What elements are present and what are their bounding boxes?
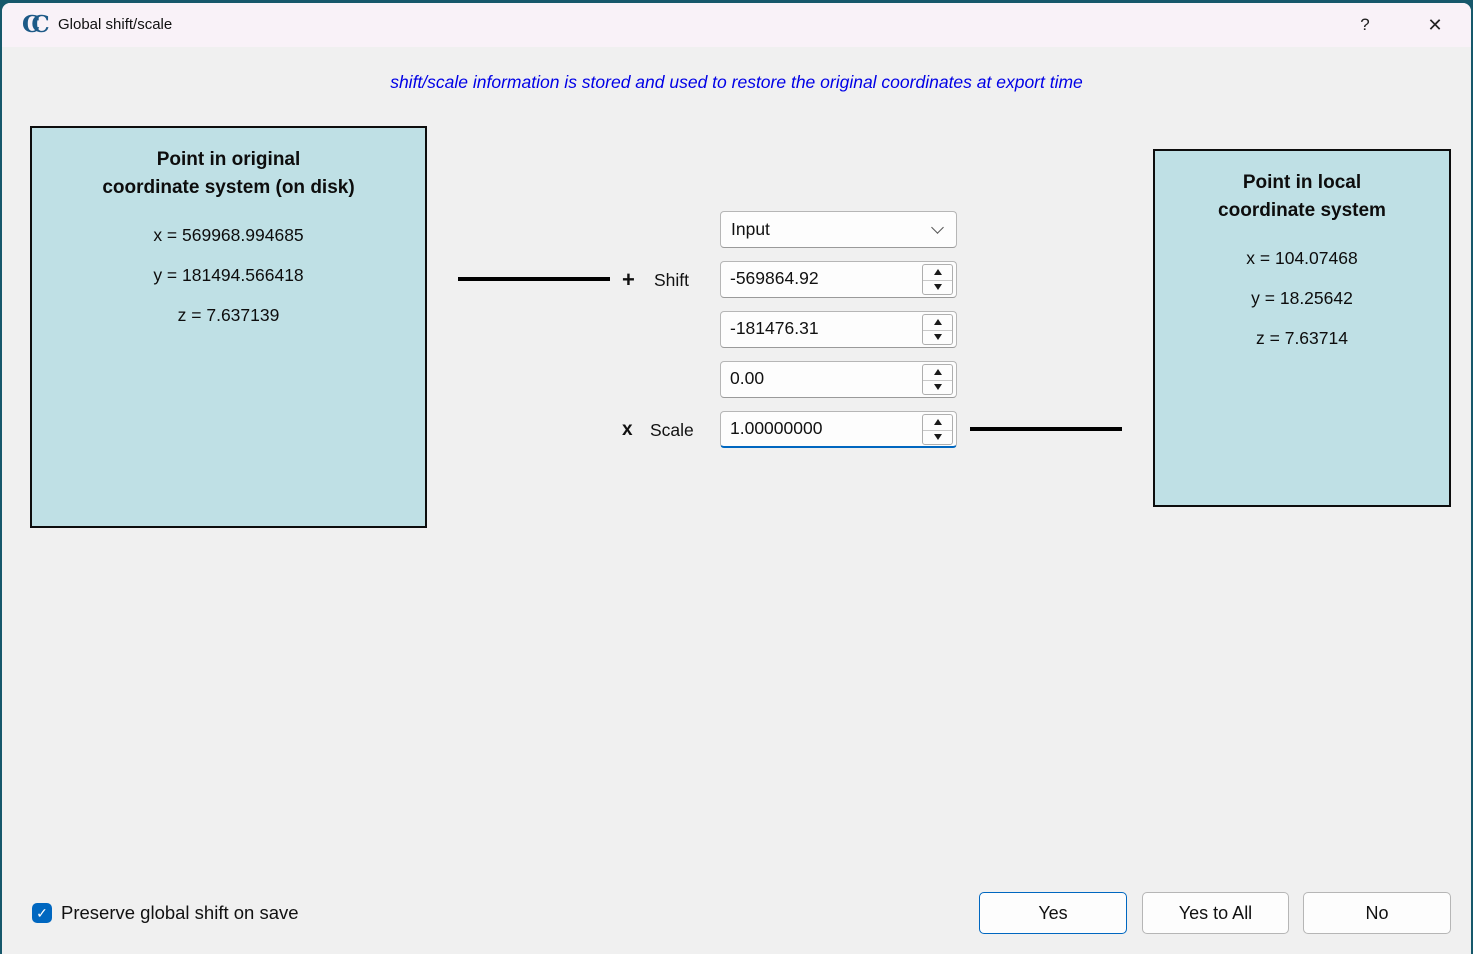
shift-z-spin-buttons — [922, 364, 953, 395]
shift-preset-dropdown[interactable]: Input — [720, 211, 957, 248]
preserve-shift-label: Preserve global shift on save — [61, 899, 299, 927]
spin-up-button[interactable] — [923, 265, 952, 280]
checkmark-icon: ✓ — [36, 906, 48, 920]
spin-down-button[interactable] — [923, 330, 952, 345]
shift-y-spin-buttons — [922, 314, 953, 345]
original-z-value: z = 7.637139 — [32, 295, 425, 335]
original-x-value: x = 569968.994685 — [32, 215, 425, 255]
original-point-title-line2: coordinate system (on disk) — [32, 174, 425, 202]
shift-y-input[interactable] — [721, 312, 919, 347]
shift-z-input[interactable] — [721, 362, 919, 397]
plus-sign-label: + — [622, 262, 635, 298]
local-y-value: y = 18.25642 — [1155, 278, 1449, 318]
original-point-values: x = 569968.994685 y = 181494.566418 z = … — [32, 215, 425, 335]
multiply-sign-label: x — [622, 412, 633, 448]
shift-label: Shift — [654, 262, 689, 298]
scale-label: Scale — [650, 412, 694, 448]
arrow-down-icon — [934, 334, 942, 340]
dropdown-selected-value: Input — [731, 219, 770, 240]
chevron-down-icon — [931, 221, 944, 234]
original-point-box: Point in original coordinate system (on … — [30, 126, 427, 528]
connector-line-left — [458, 277, 610, 281]
arrow-down-icon — [934, 384, 942, 390]
connector-line-right — [970, 427, 1122, 431]
arrow-down-icon — [934, 284, 942, 290]
spin-down-button[interactable] — [923, 280, 952, 295]
help-button[interactable]: ? — [1345, 3, 1385, 47]
cloudcompare-logo-icon: CC — [22, 12, 50, 38]
spin-up-button[interactable] — [923, 315, 952, 330]
spin-up-button[interactable] — [923, 415, 952, 430]
local-point-title-line1: Point in local — [1155, 169, 1449, 197]
window-title: Global shift/scale — [58, 3, 172, 47]
close-icon[interactable]: ✕ — [1415, 3, 1455, 47]
no-button[interactable]: No — [1303, 892, 1451, 934]
shift-z-spinbox — [720, 361, 957, 398]
local-z-value: z = 7.63714 — [1155, 318, 1449, 358]
yes-button[interactable]: Yes — [979, 892, 1127, 934]
local-point-box: Point in local coordinate system x = 104… — [1153, 149, 1451, 507]
window-frame: CC Global shift/scale ? ✕ shift/scale in… — [0, 0, 1473, 954]
local-x-value: x = 104.07468 — [1155, 238, 1449, 278]
hint-text: shift/scale information is stored and us… — [2, 72, 1471, 93]
original-y-value: y = 181494.566418 — [32, 255, 425, 295]
original-point-title-line1: Point in original — [32, 146, 425, 174]
scale-input[interactable] — [721, 412, 919, 446]
spin-up-button[interactable] — [923, 365, 952, 380]
local-point-title-line2: coordinate system — [1155, 197, 1449, 225]
arrow-up-icon — [934, 419, 942, 425]
arrow-down-icon — [934, 434, 942, 440]
global-shift-scale-dialog: CC Global shift/scale ? ✕ shift/scale in… — [2, 3, 1471, 954]
spin-down-button[interactable] — [923, 380, 952, 395]
arrow-up-icon — [934, 269, 942, 275]
arrow-up-icon — [934, 369, 942, 375]
arrow-up-icon — [934, 319, 942, 325]
local-point-title: Point in local coordinate system — [1155, 169, 1449, 225]
yes-to-all-button[interactable]: Yes to All — [1142, 892, 1289, 934]
spin-down-button[interactable] — [923, 430, 952, 445]
scale-spin-buttons — [922, 414, 953, 445]
preserve-shift-checkbox[interactable]: ✓ — [32, 903, 52, 923]
shift-x-input[interactable] — [721, 262, 919, 297]
shift-y-spinbox — [720, 311, 957, 348]
local-point-values: x = 104.07468 y = 18.25642 z = 7.63714 — [1155, 238, 1449, 358]
title-bar[interactable]: CC Global shift/scale ? ✕ — [2, 3, 1471, 47]
original-point-title: Point in original coordinate system (on … — [32, 146, 425, 202]
shift-x-spinbox — [720, 261, 957, 298]
scale-spinbox — [720, 411, 957, 448]
shift-x-spin-buttons — [922, 264, 953, 295]
